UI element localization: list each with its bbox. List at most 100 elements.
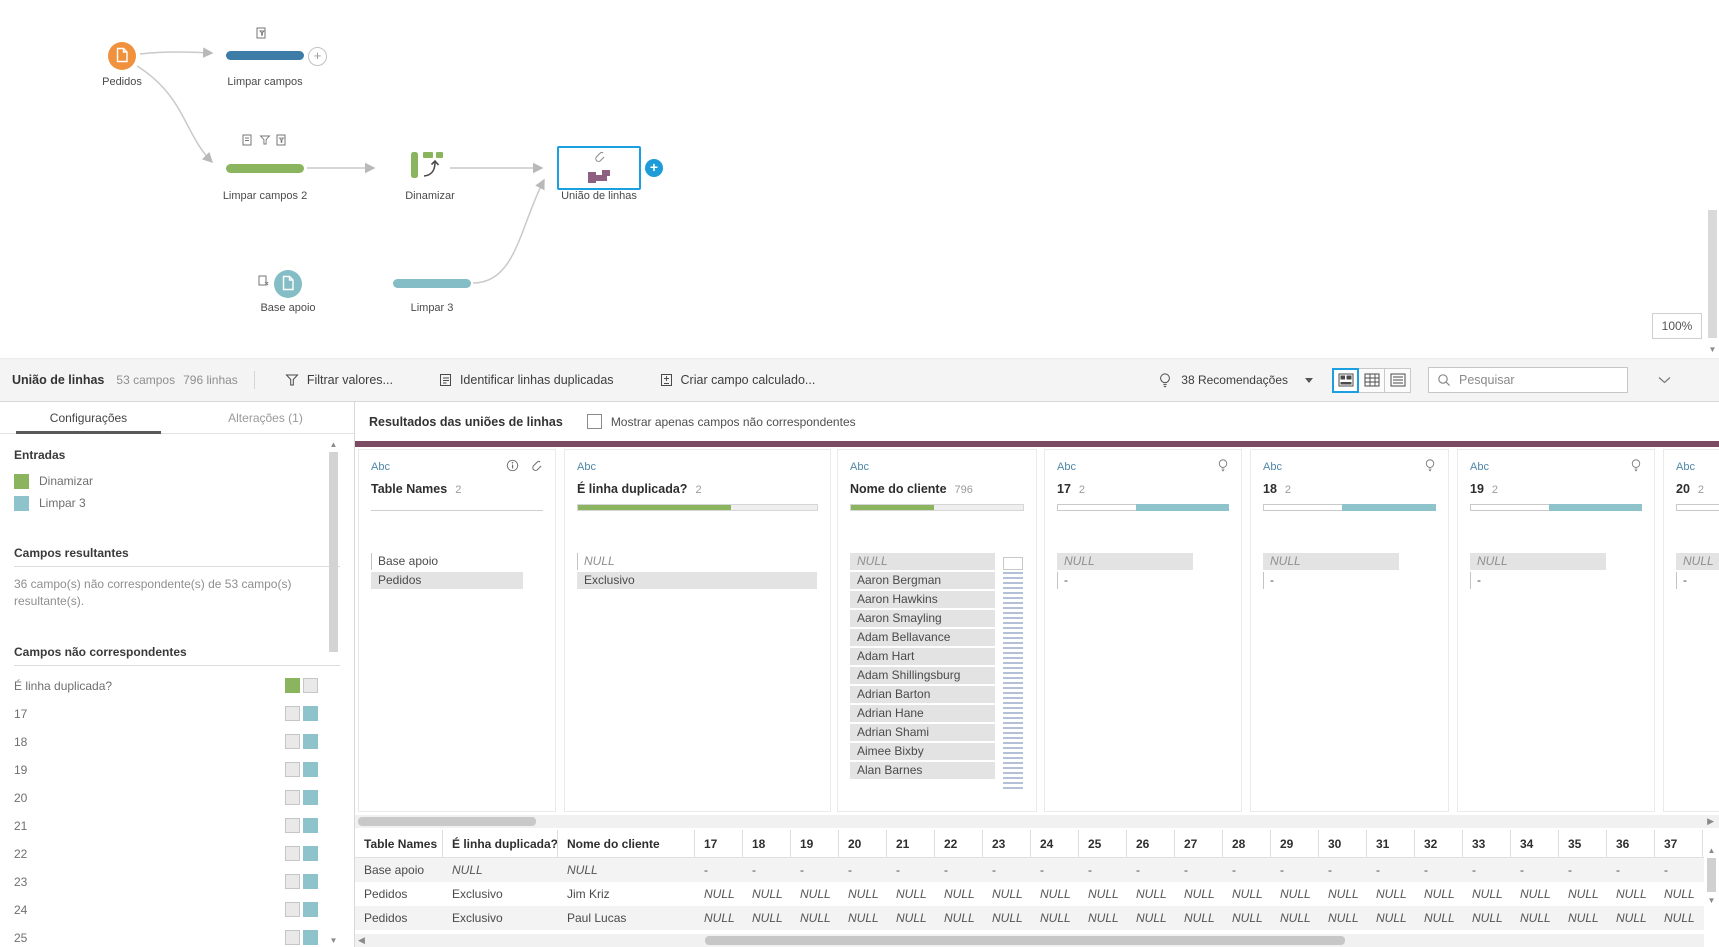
tab-configuracoes[interactable]: Configurações (0, 402, 177, 433)
grid-cell[interactable]: NULL (1559, 882, 1607, 906)
grid-cell[interactable]: NULL (1319, 906, 1367, 930)
grid-cell[interactable]: - (1031, 858, 1079, 882)
flow-node-uniao-de-linhas-selected[interactable] (557, 146, 641, 190)
grid-cell[interactable]: NULL (983, 906, 1031, 930)
grid-cell[interactable]: NULL (1175, 906, 1223, 930)
flow-node-limpar-3[interactable] (393, 279, 471, 288)
search-input[interactable] (1429, 372, 1627, 388)
grid-cell[interactable]: Pedidos (355, 882, 443, 906)
mismatched-field-row-23[interactable]: 23 (14, 868, 340, 896)
grid-cell[interactable]: NULL (1031, 882, 1079, 906)
collapse-toolbar-chevron-icon[interactable] (1658, 373, 1671, 387)
value-row[interactable]: Exclusivo (577, 572, 817, 589)
grid-column-header-18[interactable]: 18 (743, 830, 791, 857)
value-row[interactable]: NULL (1470, 553, 1606, 570)
grid-column-header-table-names[interactable]: Table Names (355, 830, 443, 857)
field-name[interactable]: Nome do cliente (850, 482, 947, 496)
grid-cell[interactable]: NULL (839, 882, 887, 906)
value-row[interactable]: NULL (1676, 553, 1719, 570)
grid-cell[interactable]: - (1271, 858, 1319, 882)
grid-cell[interactable]: NULL (1511, 882, 1559, 906)
value-row[interactable]: Adrian Barton (850, 686, 995, 703)
profile-card-19[interactable]: Abc192NULL- (1457, 449, 1655, 812)
grid-column-header-nome-do-cliente[interactable]: Nome do cliente (558, 830, 695, 857)
field-name[interactable]: 20 (1676, 482, 1690, 496)
grid-cell[interactable]: NULL (1223, 882, 1271, 906)
scroll-down-arrow-icon[interactable]: ▼ (1708, 345, 1717, 354)
grid-cell[interactable]: - (1415, 858, 1463, 882)
grid-cell[interactable]: NULL (695, 882, 743, 906)
mismatched-field-row-17[interactable]: 17 (14, 700, 340, 728)
mismatched-field-row-21[interactable]: 21 (14, 812, 340, 840)
grid-cell[interactable]: NULL (1607, 906, 1655, 930)
grid-cell[interactable]: NULL (1079, 906, 1127, 930)
grid-cell[interactable]: - (1511, 858, 1559, 882)
grid-scrollbar-thumb[interactable] (1707, 858, 1716, 892)
value-row[interactable]: Alan Barnes (850, 762, 995, 779)
grid-cell[interactable]: NULL (1415, 906, 1463, 930)
grid-cell[interactable]: NULL (1655, 906, 1703, 930)
profile-card-table-names[interactable]: AbcTable Names2Base apoioPedidos (358, 449, 556, 812)
grid-cell[interactable]: NULL (1607, 882, 1655, 906)
grid-cell[interactable]: Pedidos (355, 906, 443, 930)
grid-column-header-linha-duplicada[interactable]: É linha duplicada? (443, 830, 558, 857)
grid-cell[interactable]: NULL (935, 882, 983, 906)
grid-cell[interactable]: - (1655, 858, 1703, 882)
grid-cell[interactable]: NULL (983, 882, 1031, 906)
field-name[interactable]: É linha duplicada? (577, 482, 687, 496)
cards-scrollbar-thumb[interactable] (358, 817, 536, 826)
grid-column-header-22[interactable]: 22 (935, 830, 983, 857)
grid-cell[interactable]: NULL (1655, 882, 1703, 906)
grid-column-header-21[interactable]: 21 (887, 830, 935, 857)
value-row[interactable]: Adrian Hane (850, 705, 995, 722)
grid-column-header-24[interactable]: 24 (1031, 830, 1079, 857)
grid-column-header-30[interactable]: 30 (1319, 830, 1367, 857)
scroll-up-arrow-icon[interactable]: ▲ (1704, 846, 1719, 855)
panel-vertical-scrollbar[interactable]: ▲ ▼ (329, 438, 338, 947)
grid-cell[interactable]: NULL (1127, 906, 1175, 930)
value-row[interactable]: Aaron Bergman (850, 572, 995, 589)
grid-hscrollbar-thumb[interactable] (705, 936, 1345, 945)
mismatched-field-row-18[interactable]: 18 (14, 728, 340, 756)
field-name[interactable]: 19 (1470, 482, 1484, 496)
value-row[interactable]: NULL (1057, 553, 1193, 570)
grid-cell[interactable]: - (791, 858, 839, 882)
value-row[interactable]: Adrian Shami (850, 724, 995, 741)
mismatched-field-row-24[interactable]: 24 (14, 896, 340, 924)
grid-cell[interactable]: NULL (443, 858, 558, 882)
field-type-abc[interactable]: Abc (1263, 461, 1282, 473)
profile-card-20[interactable]: Abc202NULL- (1663, 449, 1719, 812)
profile-card-nome-do-cliente[interactable]: AbcNome do cliente796NULLAaron BergmanAa… (837, 449, 1037, 812)
grid-cell[interactable]: - (887, 858, 935, 882)
grid-cell[interactable]: - (695, 858, 743, 882)
grid-column-header-20[interactable]: 20 (839, 830, 887, 857)
mismatched-field-row-20[interactable]: 20 (14, 784, 340, 812)
grid-cell[interactable]: NULL (1367, 882, 1415, 906)
grid-cell[interactable]: Jim Kriz (558, 882, 695, 906)
grid-cell[interactable]: - (1127, 858, 1175, 882)
flow-node-limpar-campos[interactable] (226, 51, 304, 60)
scroll-right-arrow-icon[interactable]: ▶ (1707, 816, 1714, 827)
field-type-abc[interactable]: Abc (1057, 461, 1076, 473)
value-row[interactable]: Adam Hart (850, 648, 995, 665)
value-row[interactable]: - (1057, 572, 1193, 589)
grid-column-header-26[interactable]: 26 (1127, 830, 1175, 857)
grid-cell[interactable]: Exclusivo (443, 906, 558, 930)
grid-cell[interactable]: NULL (1367, 906, 1415, 930)
grid-cell[interactable]: - (983, 858, 1031, 882)
grid-cell[interactable]: NULL (1175, 882, 1223, 906)
input-item-dinamizar[interactable]: Dinamizar (14, 470, 340, 492)
filter-values-button[interactable]: Filtrar valores... (285, 373, 393, 387)
bulb-icon[interactable] (1424, 458, 1436, 476)
value-row[interactable]: NULL (850, 553, 995, 570)
field-type-abc[interactable]: Abc (371, 461, 390, 473)
grid-cell[interactable]: NULL (695, 906, 743, 930)
grid-column-header-17[interactable]: 17 (695, 830, 743, 857)
value-row[interactable]: Adam Bellavance (850, 629, 995, 646)
grid-column-header-25[interactable]: 25 (1079, 830, 1127, 857)
value-row[interactable]: Aimee Bixby (850, 743, 995, 760)
create-calculated-field-button[interactable]: Criar campo calculado... (660, 373, 816, 387)
add-step-button[interactable]: + (308, 47, 327, 66)
grid-cell[interactable]: - (1223, 858, 1271, 882)
value-row[interactable]: NULL (1263, 553, 1399, 570)
